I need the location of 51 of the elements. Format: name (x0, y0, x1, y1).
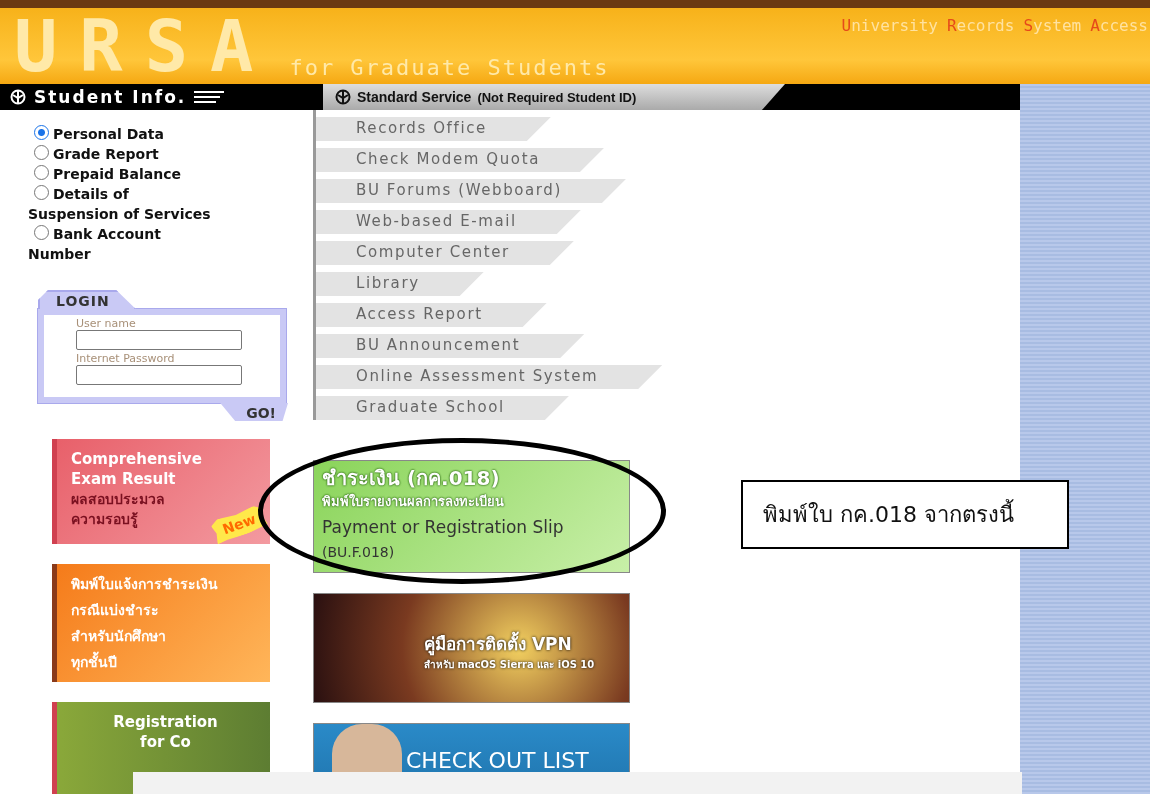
service-link[interactable]: Check Modem Quota (316, 148, 604, 172)
service-link[interactable]: BU Announcement (316, 334, 585, 358)
radio-option[interactable]: Prepaid Balance (28, 164, 218, 184)
banner-text: สำหรับ macOS Sierra และ iOS 10 (424, 658, 596, 672)
banner-text: (BU.F.018) (322, 543, 396, 562)
standard-service-tab[interactable]: Standard Service (Not Required Student ID) (323, 84, 785, 110)
banner-text: พิมพ์ใบแจ้งการชำระเงิน (71, 574, 218, 594)
service-link[interactable]: Records Office (316, 117, 551, 141)
banner-text: ทุกชั้นปี (71, 652, 117, 672)
banner-text: คู่มือการติดตั้ง VPN (424, 630, 619, 657)
service-link[interactable]: Computer Center (316, 241, 574, 265)
lines-icon (194, 91, 225, 103)
banner-text: Payment or Registration Slip (322, 516, 565, 539)
radio-option[interactable]: Grade Report (28, 144, 218, 164)
banner-text: พิมพ์ใบรายงานผลการลงทะเบียน (322, 492, 505, 511)
service-link[interactable]: Graduate School (316, 396, 569, 420)
radio-option[interactable]: Personal Data (28, 124, 218, 144)
input-field[interactable] (76, 330, 242, 350)
service-link[interactable]: Access Report (316, 303, 547, 327)
radio-option[interactable]: Details of Suspension of Services (28, 184, 218, 224)
globe-icon (335, 89, 351, 105)
site-logo: URSA (14, 8, 276, 84)
photo-placeholder (332, 724, 402, 772)
service-link[interactable]: Online Assessment System (316, 365, 663, 389)
callout-note: พิมพ์ใบ กค.018 จากตรงนี้ (741, 480, 1069, 549)
service-link[interactable]: BU Forums (Webboard) (316, 179, 626, 203)
globe-icon (10, 89, 26, 105)
banner-text: for Co (140, 732, 191, 752)
banner-text: ความรอบรู้ (71, 510, 138, 529)
site-subtitle: for Graduate Students (289, 55, 610, 82)
radio-option[interactable]: Bank Account Number (28, 224, 218, 264)
banner-text: ผลสอบประมวล (71, 490, 165, 509)
service-link[interactable]: Library (316, 272, 484, 296)
banner-text: Exam Result (71, 469, 176, 489)
system-name: University Records System Access (841, 16, 1148, 35)
banner-text: Registration (113, 712, 218, 732)
input-field[interactable] (76, 365, 242, 385)
banner-text: กรณีแบ่งชำระ (71, 601, 159, 620)
promo-banner[interactable]: ชำระเงิน (กค.018) พิมพ์ใบรายงานผลการลงทะเบียน Payment or Registration Slip (BU.F.018) (313, 460, 630, 573)
go-button[interactable]: GO! (220, 403, 288, 421)
promo-banner[interactable]: Comprehensive Exam Result ผลสอบประมวล ความรอบรู้ New (52, 439, 270, 544)
field-label: User name (76, 317, 137, 330)
promo-banner[interactable]: คู่มือการติดตั้ง VPN สำหรับ macOS Sierra และ iOS 10 (313, 593, 630, 703)
banner-text: Comprehensive (71, 449, 202, 469)
banner-text: สำหรับนักศึกษา (71, 627, 166, 646)
service-link[interactable]: Web-based E-mail (316, 210, 581, 234)
field-label: Internet Password (76, 352, 176, 365)
promo-banner[interactable]: พิมพ์ใบแจ้งการชำระเงิน กรณีแบ่งชำระ สำหรับนักศึกษา ทุกชั้นปี (52, 564, 270, 682)
banner-text: ชำระเงิน (กค.018) (322, 465, 501, 491)
student-info-tab[interactable]: Student Info. (0, 84, 310, 110)
banner-text: CHECK OUT LIST (406, 748, 590, 773)
